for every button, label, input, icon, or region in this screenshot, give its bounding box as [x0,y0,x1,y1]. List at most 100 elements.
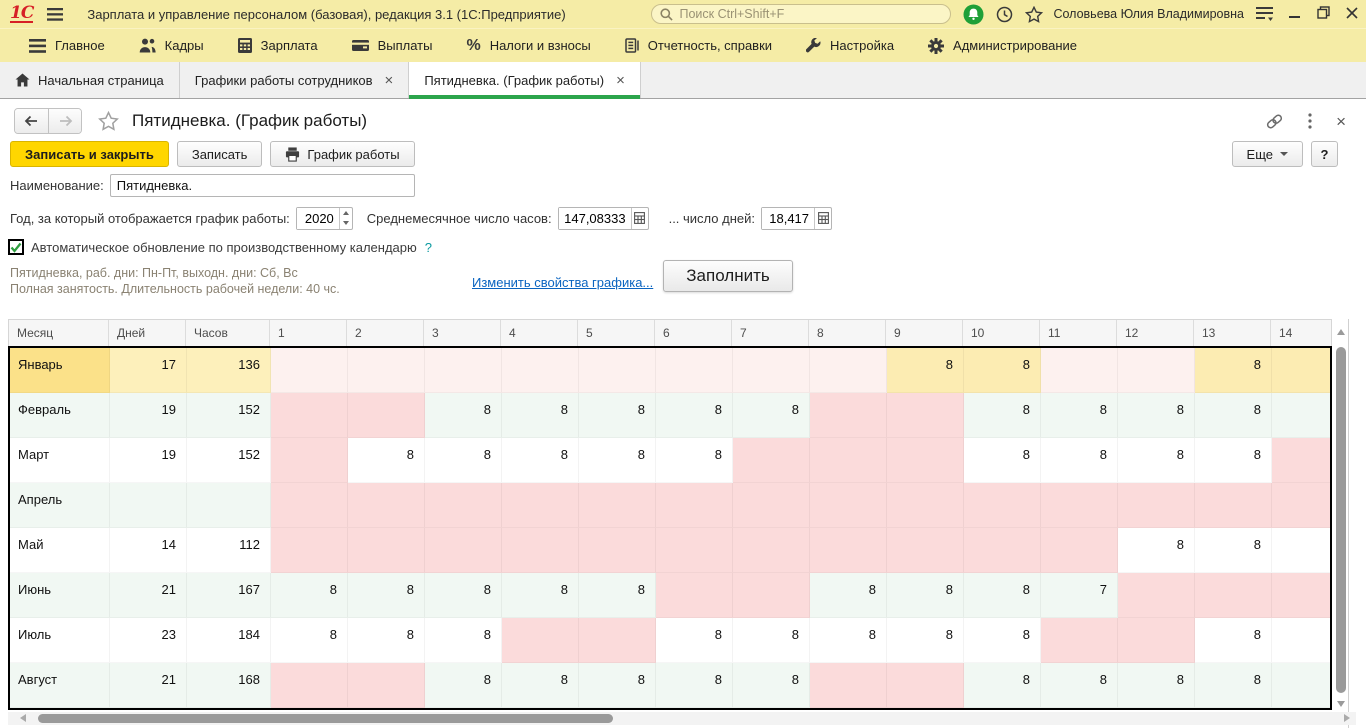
day-cell[interactable]: 8 [348,573,425,618]
days-cell[interactable]: 23 [110,618,187,663]
day-cell[interactable] [1118,618,1195,663]
minimize-icon[interactable] [1289,7,1301,22]
day-cell[interactable] [348,663,425,708]
day-cell[interactable] [1272,483,1330,528]
day-cell[interactable] [1272,618,1330,663]
day-cell[interactable]: 8 [271,618,348,663]
auto-update-checkbox[interactable] [8,239,24,255]
tab-work-schedules[interactable]: Графики работы сотрудников × [180,62,410,98]
day-cell[interactable]: 8 [579,663,656,708]
day-cell[interactable] [271,438,348,483]
vertical-scrollbar-thumb[interactable] [1336,347,1346,693]
vertical-scrollbar[interactable] [1335,321,1347,728]
table-row-june[interactable]: Июнь 21 167 8 8 8 8 8 8 8 8 7 [10,573,1330,618]
day-cell[interactable] [348,348,425,393]
day-cell[interactable]: 8 [348,618,425,663]
history-icon[interactable] [996,6,1013,23]
day-cell[interactable]: 8 [656,663,733,708]
hours-cell[interactable]: 136 [187,348,271,393]
day-cell[interactable] [579,618,656,663]
day-cell[interactable]: 8 [425,393,502,438]
avg-hours-input[interactable] [558,207,631,229]
day-cell[interactable]: 7 [1041,573,1118,618]
day-cell[interactable]: 8 [502,438,579,483]
hours-cell[interactable] [187,483,271,528]
day-cell[interactable]: 8 [733,393,810,438]
restore-icon[interactable] [1317,6,1330,22]
day-cell[interactable] [964,483,1041,528]
day-cell[interactable] [656,483,733,528]
day-cell[interactable] [1195,483,1272,528]
menu-item-administration[interactable]: Администрирование [911,29,1094,62]
day-cell[interactable] [887,663,964,708]
day-cell[interactable]: 8 [1118,438,1195,483]
day-cell[interactable] [502,528,579,573]
day-cell[interactable]: 8 [1195,528,1272,573]
day-cell[interactable] [348,483,425,528]
day-cell[interactable]: 8 [1041,663,1118,708]
day-cell[interactable]: 8 [964,348,1041,393]
month-cell[interactable]: Август [10,663,110,708]
day-cell[interactable]: 8 [579,393,656,438]
day-cell[interactable]: 8 [887,618,964,663]
month-cell[interactable]: Май [10,528,110,573]
day-cell[interactable] [271,528,348,573]
day-cell[interactable] [733,528,810,573]
day-cell[interactable]: 8 [733,663,810,708]
tab-home[interactable]: Начальная страница [0,62,180,98]
tab-close-icon[interactable]: × [385,73,394,88]
day-cell[interactable] [502,348,579,393]
day-cell[interactable]: 8 [1118,663,1195,708]
day-cell[interactable] [733,483,810,528]
column-header[interactable]: 5 [578,320,655,346]
get-link-icon[interactable] [1265,113,1284,130]
forward-button[interactable] [48,109,81,133]
days-cell[interactable]: 21 [110,573,187,618]
menu-item-personnel[interactable]: Кадры [122,29,221,62]
day-cell[interactable] [733,573,810,618]
name-input[interactable] [109,173,415,197]
day-cell[interactable] [733,438,810,483]
days-cell[interactable]: 19 [110,393,187,438]
hours-cell[interactable]: 167 [187,573,271,618]
column-header[interactable]: Часов [186,320,270,346]
day-cell[interactable]: 8 [348,438,425,483]
menu-item-settings[interactable]: Настройка [789,29,911,62]
close-window-icon[interactable] [1346,6,1358,22]
hours-cell[interactable]: 168 [187,663,271,708]
day-cell[interactable] [1272,438,1330,483]
column-header[interactable]: 1 [270,320,347,346]
day-cell[interactable] [1041,348,1118,393]
current-user[interactable]: Соловьева Юлия Владимировна [1053,7,1244,21]
table-row-february[interactable]: Февраль 19 152 8 8 8 8 8 8 8 8 8 [10,393,1330,438]
day-cell[interactable] [887,483,964,528]
month-cell[interactable]: Февраль [10,393,110,438]
table-row-january[interactable]: Январь 17 136 8 8 8 [10,348,1330,393]
day-cell[interactable] [1272,348,1330,393]
main-menu-icon[interactable] [47,7,64,21]
more-dots-icon[interactable] [1308,113,1312,129]
day-cell[interactable]: 8 [502,573,579,618]
menu-item-payments[interactable]: Выплаты [335,29,450,62]
day-cell[interactable]: 8 [425,663,502,708]
day-cell[interactable] [502,483,579,528]
global-search[interactable] [651,4,952,24]
search-input[interactable] [679,7,943,21]
table-row-march[interactable]: Март 19 152 8 8 8 8 8 8 8 8 8 [10,438,1330,483]
days-cell[interactable]: 14 [110,528,187,573]
month-cell[interactable]: Июль [10,618,110,663]
scroll-left-icon[interactable] [16,714,26,722]
day-cell[interactable] [1272,573,1330,618]
column-header[interactable]: Дней [109,320,186,346]
day-cell[interactable]: 8 [1195,393,1272,438]
favorites-star-icon[interactable] [1025,5,1044,23]
column-header[interactable]: 2 [347,320,424,346]
day-cell[interactable] [1195,573,1272,618]
day-cell[interactable]: 8 [502,393,579,438]
day-cell[interactable]: 8 [964,573,1041,618]
column-header[interactable]: 12 [1117,320,1194,346]
menu-item-taxes[interactable]: % Налоги и взносы [449,29,607,62]
horizontal-scrollbar[interactable] [8,712,1356,725]
avg-days-input[interactable] [762,207,815,229]
day-cell[interactable] [348,393,425,438]
